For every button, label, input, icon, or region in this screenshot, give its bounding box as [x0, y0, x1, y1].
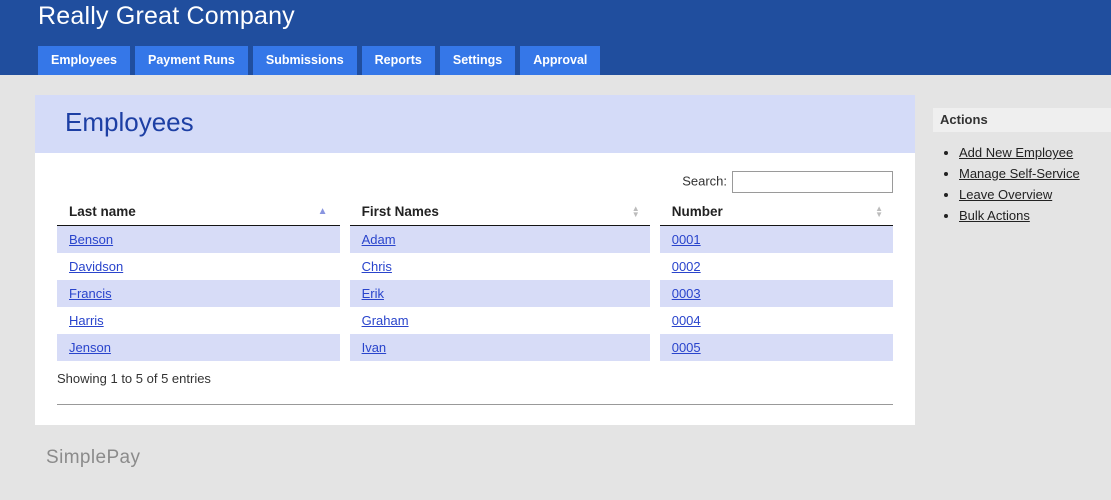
table-row: Francis Erik 0003 — [57, 280, 893, 307]
page-title: Employees — [35, 95, 915, 138]
employee-first-name-link[interactable]: Ivan — [362, 340, 387, 355]
actions-panel: Actions Add New Employee Manage Self-Ser… — [933, 108, 1111, 229]
list-item: Leave Overview — [959, 187, 1111, 202]
sort-down-icon: ▼ — [632, 212, 640, 218]
column-label: Last name — [69, 204, 136, 219]
panel-content: Search: Last name ▲ First Names ▲▼ — [35, 171, 915, 405]
employee-last-name-link[interactable]: Davidson — [69, 259, 123, 274]
employee-last-name-link[interactable]: Jenson — [69, 340, 111, 355]
app-header: Really Great Company Employees Payment R… — [0, 0, 1111, 75]
action-leave-overview[interactable]: Leave Overview — [959, 187, 1052, 202]
table-info: Showing 1 to 5 of 5 entries — [57, 371, 893, 386]
list-item: Add New Employee — [959, 145, 1111, 160]
column-header-first-names[interactable]: First Names ▲▼ — [345, 198, 655, 226]
cell-first-names: Adam — [345, 226, 655, 254]
search-input[interactable] — [732, 171, 893, 193]
search-label: Search: — [682, 173, 727, 188]
table-row: Jenson Ivan 0005 — [57, 334, 893, 361]
cell-last-name: Jenson — [57, 334, 345, 361]
cell-last-name: Harris — [57, 307, 345, 334]
search-row: Search: — [57, 171, 893, 195]
cell-last-name: Benson — [57, 226, 345, 254]
employee-number-link[interactable]: 0005 — [672, 340, 701, 355]
cell-last-name: Francis — [57, 280, 345, 307]
employee-last-name-link[interactable]: Benson — [69, 232, 113, 247]
page-banner: Employees — [35, 95, 915, 153]
actions-list: Add New Employee Manage Self-Service Lea… — [933, 145, 1111, 223]
tab-approval[interactable]: Approval — [520, 46, 600, 75]
sort-both-icon: ▲▼ — [875, 206, 883, 218]
actions-title: Actions — [933, 108, 1111, 132]
company-title: Really Great Company — [38, 2, 295, 31]
cell-number: 0005 — [655, 334, 893, 361]
cell-first-names: Erik — [345, 280, 655, 307]
employee-last-name-link[interactable]: Harris — [69, 313, 104, 328]
action-bulk-actions[interactable]: Bulk Actions — [959, 208, 1030, 223]
table-row: Davidson Chris 0002 — [57, 253, 893, 280]
cell-number: 0004 — [655, 307, 893, 334]
employee-number-link[interactable]: 0003 — [672, 286, 701, 301]
action-add-new-employee[interactable]: Add New Employee — [959, 145, 1073, 160]
column-header-number[interactable]: Number ▲▼ — [655, 198, 893, 226]
cell-number: 0001 — [655, 226, 893, 254]
main-nav: Employees Payment Runs Submissions Repor… — [38, 46, 600, 75]
cell-first-names: Graham — [345, 307, 655, 334]
tab-submissions[interactable]: Submissions — [253, 46, 357, 75]
employees-table: Last name ▲ First Names ▲▼ Number ▲▼ Ben… — [57, 198, 893, 361]
tab-payment-runs[interactable]: Payment Runs — [135, 46, 248, 75]
cell-number: 0002 — [655, 253, 893, 280]
employee-number-link[interactable]: 0002 — [672, 259, 701, 274]
column-label: First Names — [362, 204, 439, 219]
employee-number-link[interactable]: 0001 — [672, 232, 701, 247]
employee-first-name-link[interactable]: Chris — [362, 259, 392, 274]
sort-both-icon: ▲▼ — [632, 206, 640, 218]
table-row: Benson Adam 0001 — [57, 226, 893, 254]
cell-first-names: Ivan — [345, 334, 655, 361]
list-item: Manage Self-Service — [959, 166, 1111, 181]
sort-asc-icon: ▲ — [318, 207, 328, 217]
action-manage-self-service[interactable]: Manage Self-Service — [959, 166, 1080, 181]
employee-last-name-link[interactable]: Francis — [69, 286, 112, 301]
cell-first-names: Chris — [345, 253, 655, 280]
tab-reports[interactable]: Reports — [362, 46, 435, 75]
employee-first-name-link[interactable]: Adam — [362, 232, 396, 247]
column-header-last-name[interactable]: Last name ▲ — [57, 198, 345, 226]
list-item: Bulk Actions — [959, 208, 1111, 223]
cell-number: 0003 — [655, 280, 893, 307]
employee-number-link[interactable]: 0004 — [672, 313, 701, 328]
tab-employees[interactable]: Employees — [38, 46, 130, 75]
employee-first-name-link[interactable]: Erik — [362, 286, 384, 301]
simplepay-logo: SimplePay — [46, 447, 140, 469]
tab-settings[interactable]: Settings — [440, 46, 515, 75]
column-label: Number — [672, 204, 723, 219]
bottom-divider — [57, 404, 893, 405]
main-panel: Employees Search: Last name ▲ First Name… — [35, 95, 915, 425]
sort-down-icon: ▼ — [875, 212, 883, 218]
table-header-row: Last name ▲ First Names ▲▼ Number ▲▼ — [57, 198, 893, 226]
cell-last-name: Davidson — [57, 253, 345, 280]
employee-first-name-link[interactable]: Graham — [362, 313, 409, 328]
table-row: Harris Graham 0004 — [57, 307, 893, 334]
